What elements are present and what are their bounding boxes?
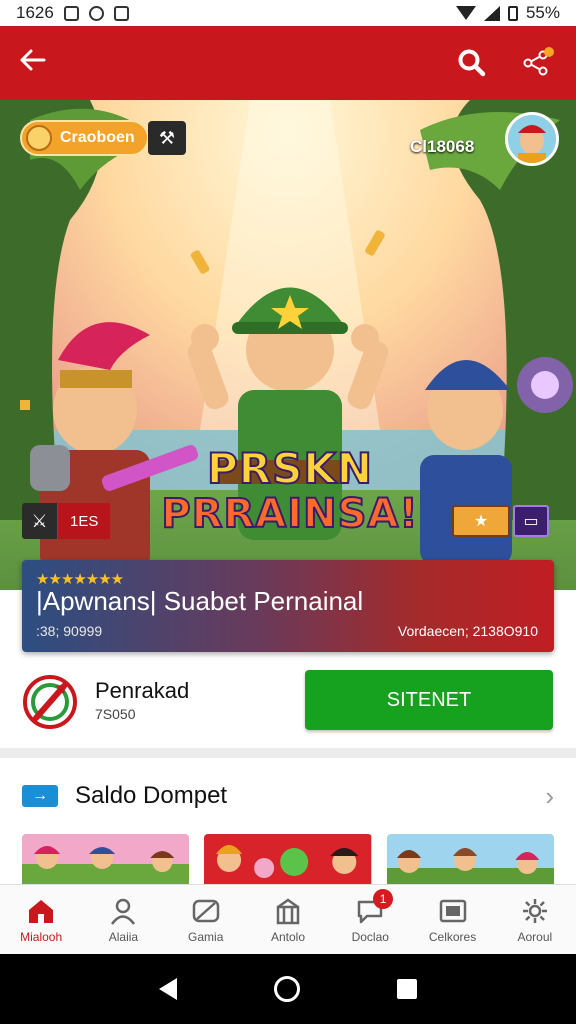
game-title-art: PRSKN PRRAINSA! — [160, 444, 420, 537]
nav-label: Alaiia — [108, 929, 139, 944]
pickaxe-icon: ⚒ — [158, 127, 176, 148]
section-title: Saldo Dompet — [75, 782, 228, 809]
game-icon — [191, 896, 221, 926]
nav-label: Aoroul — [517, 929, 553, 944]
status-time: 1626 — [16, 3, 54, 22]
star-reward-icon[interactable]: ★ — [452, 505, 510, 537]
notification-icon — [63, 5, 79, 21]
system-home-icon[interactable] — [273, 976, 300, 1002]
system-recents-icon[interactable] — [397, 979, 418, 999]
crossed-swords-icon: ⚔ — [22, 503, 58, 539]
section-header[interactable]: → Saldo Dompet › — [0, 758, 576, 834]
gift-icon — [274, 896, 302, 926]
level-badge-label: 1ES — [58, 503, 111, 539]
folder-icon — [438, 896, 468, 926]
battery-icon — [507, 5, 518, 21]
arrow-left-icon — [20, 49, 46, 71]
promo-meta-right: Vordaecen; 2138O910 — [397, 623, 538, 639]
section-divider — [0, 748, 576, 758]
notification-icon — [113, 5, 129, 21]
signal-icon — [483, 5, 500, 21]
user-code: Cl18068 — [410, 137, 475, 156]
currency-chip[interactable]: Craoboen — [20, 120, 149, 156]
game-thumbnail[interactable] — [386, 834, 554, 890]
back-button[interactable] — [18, 45, 58, 81]
coin-icon — [26, 125, 52, 151]
nav-item-games[interactable]: Gamia — [165, 885, 247, 954]
notification-dot — [544, 47, 554, 57]
chevron-right-icon[interactable]: › — [545, 781, 554, 812]
thumbnail-image — [204, 834, 372, 890]
reward-badges: ★ ▭ — [452, 505, 549, 537]
nav-item-profile[interactable]: Alaiia — [82, 885, 164, 954]
system-back-icon[interactable] — [158, 978, 177, 1000]
thumbnail-image — [22, 834, 190, 890]
unread-badge: 1 — [373, 889, 394, 909]
nav-item-chat[interactable]: 1 Doclao — [329, 885, 411, 954]
nav-item-gifts[interactable]: Antolo — [247, 885, 329, 954]
home-icon — [27, 896, 55, 926]
promo-card[interactable]: ★★★★★★★ |Apwnans| Suabet Pernainal :38; … — [22, 560, 554, 652]
nav-item-home[interactable]: Mialooh — [0, 885, 82, 954]
game-logo-icon — [23, 675, 77, 729]
game-thumbnail[interactable] — [204, 834, 372, 890]
wallet-balance: 7S050 — [95, 706, 136, 722]
nav-label: Gamia — [188, 929, 224, 944]
wifi-icon — [455, 6, 476, 20]
thumbnail-image — [386, 834, 554, 890]
game-thumbnail[interactable] — [22, 834, 190, 890]
primary-action-button[interactable]: SITENET — [305, 670, 553, 730]
nav-item-settings[interactable]: Aoroul — [494, 885, 576, 954]
system-navigation-bar — [0, 954, 576, 1024]
game-title-line2: PRRAINSA! — [160, 491, 419, 537]
tools-button[interactable]: ⚒ — [148, 121, 186, 155]
nav-item-folder[interactable]: Celkores — [411, 885, 493, 954]
search-icon — [458, 49, 486, 77]
promo-title: |Apwnans| Suabet Pernainal — [36, 586, 364, 616]
game-thumbnails — [22, 834, 554, 890]
bottom-navigation: Mialooh Alaiia Gamia Antolo 1 Doclao Cel… — [0, 884, 576, 954]
game-title-line1: PRSKN — [206, 444, 374, 493]
wallet-name: Penrakad — [95, 678, 190, 703]
status-bar: 1626 55% — [0, 0, 576, 26]
search-button[interactable] — [450, 41, 494, 85]
notification-icon — [88, 5, 104, 21]
nav-label: Doclao — [351, 929, 389, 944]
nav-label: Mialooh — [20, 929, 63, 944]
app-bar — [0, 26, 576, 100]
battery-level: 55% — [525, 3, 560, 22]
level-badge[interactable]: ⚔ 1ES — [22, 503, 111, 539]
promo-meta-left: :38; 90999 — [36, 623, 103, 639]
currency-chip-label: Craoboen — [60, 129, 135, 146]
arrow-right-icon: → — [22, 785, 58, 807]
chat-icon[interactable]: ▭ — [513, 505, 549, 537]
gear-icon — [521, 896, 549, 926]
profile-icon — [109, 896, 137, 926]
share-button[interactable] — [514, 41, 558, 85]
nav-label: Antolo — [270, 929, 305, 944]
avatar-image — [508, 115, 556, 163]
avatar[interactable] — [505, 112, 559, 166]
nav-label: Celkores — [428, 929, 477, 944]
